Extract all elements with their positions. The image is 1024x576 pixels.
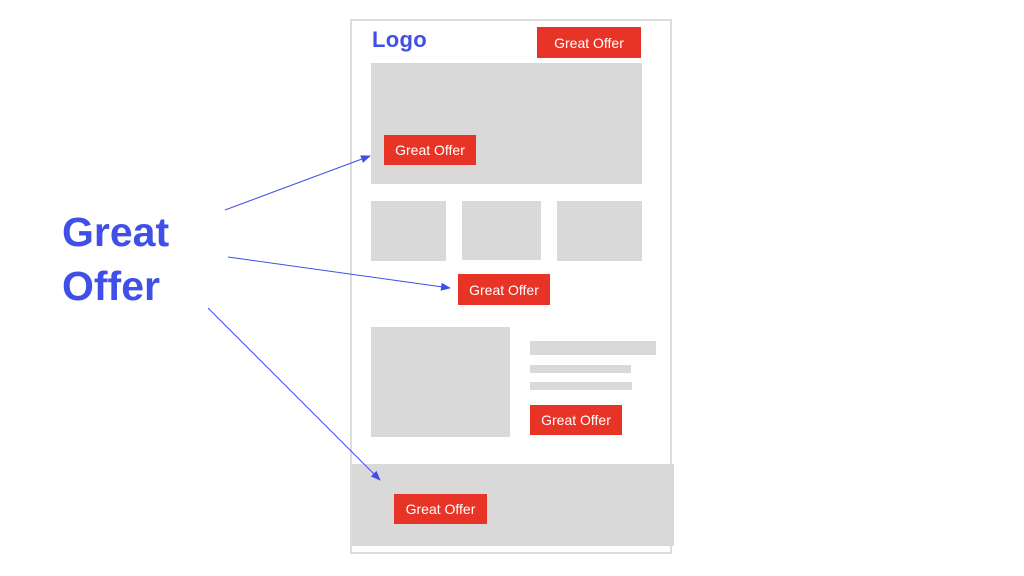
great-offer-annotation-label: Great Offer [62, 205, 169, 313]
card-placeholder-2 [462, 201, 541, 260]
feature-image-placeholder [371, 327, 510, 437]
text-line-placeholder-1 [530, 341, 656, 355]
text-line-placeholder-3 [530, 382, 632, 390]
card-placeholder-1 [371, 201, 446, 261]
hero-great-offer-button[interactable]: Great Offer [384, 135, 476, 165]
annotation-label-line-2: Offer [62, 263, 160, 309]
hero-image-placeholder [371, 63, 642, 184]
feature-great-offer-button[interactable]: Great Offer [530, 405, 622, 435]
annotation-label-line-1: Great [62, 209, 170, 255]
footer-great-offer-button[interactable]: Great Offer [394, 494, 487, 524]
text-line-placeholder-2 [530, 365, 631, 373]
arrow-to-hero-offer [224, 155, 371, 211]
header-great-offer-button[interactable]: Great Offer [537, 27, 641, 58]
logo[interactable]: Logo [372, 27, 427, 53]
middle-great-offer-button[interactable]: Great Offer [458, 274, 550, 305]
card-placeholder-3 [557, 201, 642, 261]
